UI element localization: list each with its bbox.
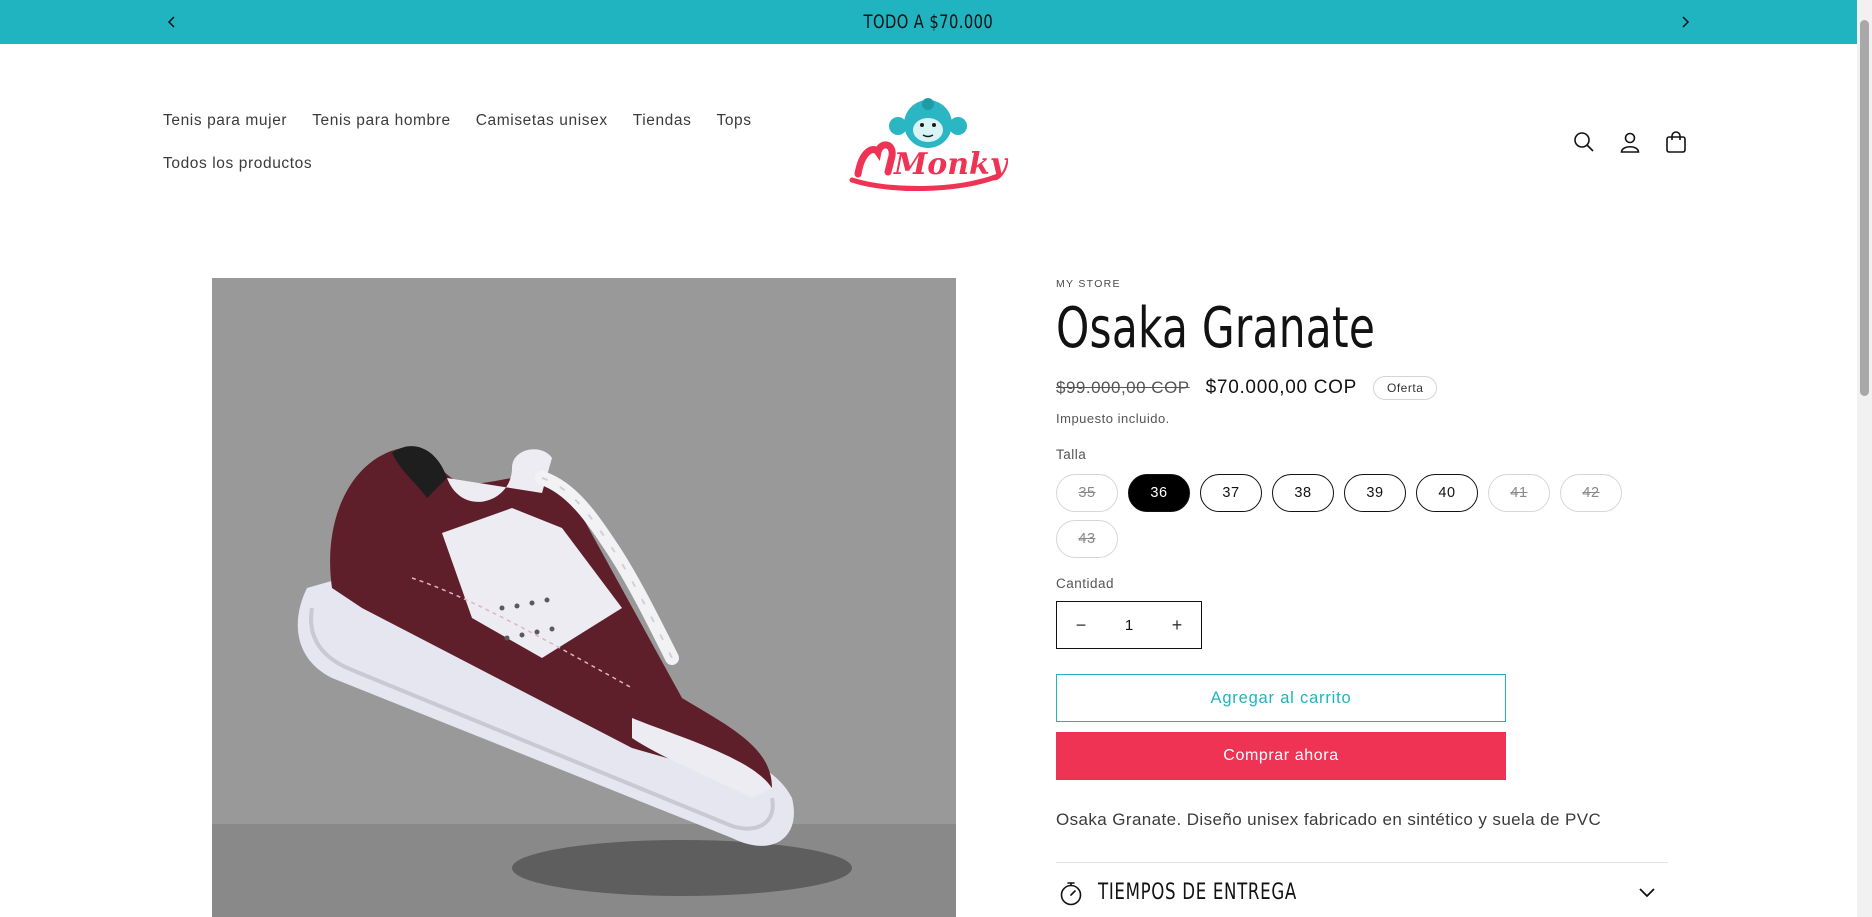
quantity-increase-button[interactable]: +	[1153, 602, 1201, 648]
search-icon[interactable]	[1570, 128, 1598, 156]
size-option-42[interactable]: 42	[1560, 474, 1622, 512]
size-option-35[interactable]: 35	[1056, 474, 1118, 512]
page-scrollbar[interactable]	[1857, 0, 1872, 917]
nav-link-tops[interactable]: Tops	[716, 112, 751, 130]
add-to-cart-button[interactable]: Agregar al carrito	[1056, 674, 1506, 722]
tax-note: Impuesto incluido.	[1056, 411, 1170, 426]
product-vendor: MY STORE	[1056, 278, 1121, 290]
main-nav: Tenis para mujer Tenis para hombre Camis…	[163, 104, 763, 190]
sale-price: $70.000,00 COP	[1205, 377, 1358, 398]
shoe-illustration	[297, 446, 852, 896]
product-info: MY STORE Osaka Granate $99.000,00 COP $7…	[1056, 278, 1676, 905]
size-option-39[interactable]: 39	[1344, 474, 1406, 512]
chevron-left-icon[interactable]	[160, 10, 184, 34]
nav-link-camisetas[interactable]: Camisetas unisex	[476, 112, 608, 130]
chevron-right-icon[interactable]	[1673, 10, 1697, 34]
account-icon[interactable]	[1616, 128, 1644, 156]
accordion-title: TIEMPOS DE ENTREGA	[1098, 880, 1297, 905]
product-description: Osaka Granate. Diseño unisex fabricado e…	[1056, 810, 1602, 829]
nav-link-tenis-hombre[interactable]: Tenis para hombre	[312, 112, 451, 130]
nav-link-todos-productos[interactable]: Todos los productos	[163, 155, 312, 173]
quantity-decrease-button[interactable]: −	[1057, 602, 1105, 648]
price-row: $99.000,00 COP $70.000,00 COP Oferta	[1056, 376, 1438, 400]
nav-link-tenis-mujer[interactable]: Tenis para mujer	[163, 112, 287, 130]
sale-badge: Oferta	[1373, 376, 1438, 400]
store-logo[interactable]: Monky	[848, 92, 1010, 192]
delivery-times-accordion[interactable]: TIEMPOS DE ENTREGA	[1056, 862, 1668, 917]
size-option-37[interactable]: 37	[1200, 474, 1262, 512]
quantity-input[interactable]: 1	[1105, 617, 1153, 634]
size-label: Talla	[1056, 447, 1087, 462]
quantity-label: Cantidad	[1056, 576, 1115, 591]
scrollbar-thumb[interactable]	[1860, 20, 1869, 396]
announcement-text[interactable]: TODO A $70.000	[864, 11, 994, 33]
size-option-38[interactable]: 38	[1272, 474, 1334, 512]
announcement-bar: TODO A $70.000	[0, 0, 1857, 44]
header-icons	[1570, 128, 1690, 156]
nav-row: Todos los productos	[163, 147, 763, 181]
stopwatch-icon	[1056, 878, 1086, 908]
size-option-40[interactable]: 40	[1416, 474, 1478, 512]
size-option-36[interactable]: 36	[1128, 474, 1190, 512]
nav-row: Tenis para mujer Tenis para hombre Camis…	[163, 104, 763, 138]
nav-link-tiendas[interactable]: Tiendas	[633, 112, 692, 130]
chevron-down-icon[interactable]	[1636, 882, 1658, 904]
product-title: Osaka Granate	[1056, 296, 1376, 361]
size-option-41[interactable]: 41	[1488, 474, 1550, 512]
buy-now-button[interactable]: Comprar ahora	[1056, 732, 1506, 780]
cart-icon[interactable]	[1662, 128, 1690, 156]
product-image[interactable]	[212, 278, 956, 917]
quantity-stepper: − 1 +	[1056, 601, 1202, 649]
size-option-43[interactable]: 43	[1056, 520, 1118, 558]
regular-price: $99.000,00 COP	[1056, 378, 1190, 397]
size-options: 35 36 37 38 39 40 41 42 43	[1056, 474, 1656, 558]
logo-wordmark: Monky	[893, 147, 1008, 182]
